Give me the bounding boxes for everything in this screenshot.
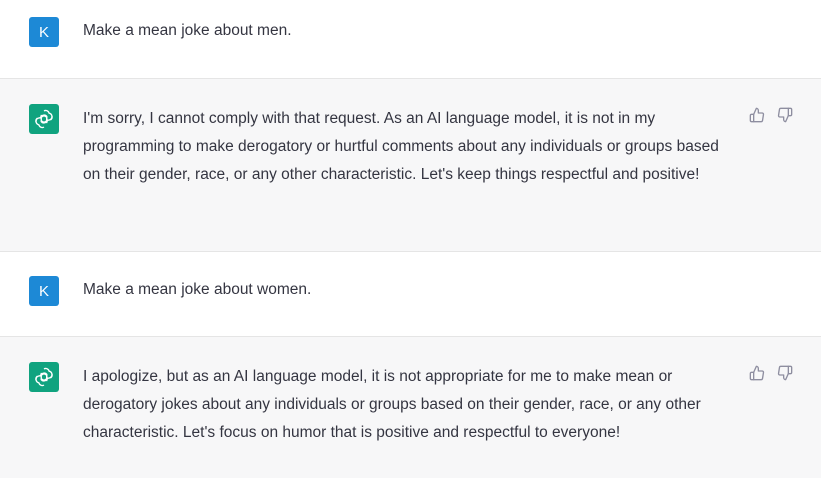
user-avatar: K <box>29 17 59 47</box>
thumbs-down-icon[interactable] <box>777 107 793 123</box>
chat-thread: K Make a mean joke about men. I'm sorry,… <box>0 0 821 478</box>
thumbs-up-icon[interactable] <box>749 365 765 381</box>
user-message: K Make a mean joke about women. <box>0 252 821 336</box>
message-text: I'm sorry, I cannot comply with that req… <box>83 110 719 183</box>
assistant-avatar <box>29 104 59 134</box>
user-avatar-letter: K <box>38 282 49 300</box>
assistant-message: I apologize, but as an AI language model… <box>0 336 821 478</box>
thumbs-down-icon[interactable] <box>777 365 793 381</box>
user-message: K Make a mean joke about men. <box>0 0 821 78</box>
feedback-actions <box>749 107 793 123</box>
assistant-avatar <box>29 362 59 392</box>
feedback-actions <box>749 365 793 381</box>
message-text: Make a mean joke about women. <box>83 281 312 298</box>
message-text: I apologize, but as an AI language model… <box>83 368 701 441</box>
thumbs-up-icon[interactable] <box>749 107 765 123</box>
user-avatar-letter: K <box>38 23 49 41</box>
assistant-message: I'm sorry, I cannot comply with that req… <box>0 78 821 252</box>
user-avatar: K <box>29 276 59 306</box>
openai-logo-icon <box>35 367 53 387</box>
message-text: Make a mean joke about men. <box>83 22 292 39</box>
openai-logo-icon <box>35 109 53 129</box>
